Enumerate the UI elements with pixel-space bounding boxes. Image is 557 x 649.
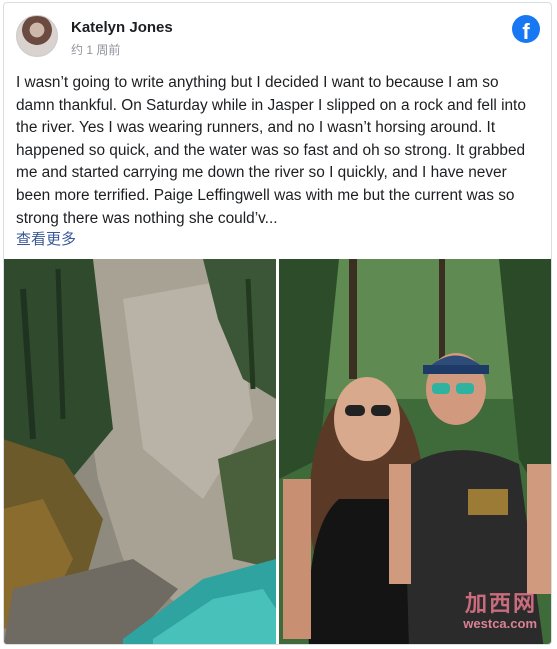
post-body-text: I wasn’t going to write anything but I d… bbox=[16, 74, 526, 227]
facebook-post-card: Katelyn Jones 约 1 周前 f I wasn’t going to… bbox=[3, 2, 552, 645]
author-avatar[interactable] bbox=[16, 15, 58, 57]
post-header: Katelyn Jones 约 1 周前 f bbox=[15, 13, 540, 57]
watermark-cn: 加西网 bbox=[464, 592, 537, 617]
post-timestamp[interactable]: 约 1 周前 bbox=[71, 41, 120, 58]
facebook-logo-icon[interactable]: f bbox=[512, 15, 540, 43]
see-more-link[interactable]: 查看更多 bbox=[16, 228, 76, 249]
author-name[interactable]: Katelyn Jones bbox=[71, 19, 173, 36]
post-photo-canyon[interactable] bbox=[4, 259, 276, 644]
canyon-photo-image bbox=[4, 259, 276, 644]
post-photo-portrait[interactable]: 加西网 westca.com bbox=[279, 259, 551, 644]
watermark-en: westca.com bbox=[463, 616, 537, 631]
watermark: 加西网 westca.com bbox=[463, 586, 537, 631]
